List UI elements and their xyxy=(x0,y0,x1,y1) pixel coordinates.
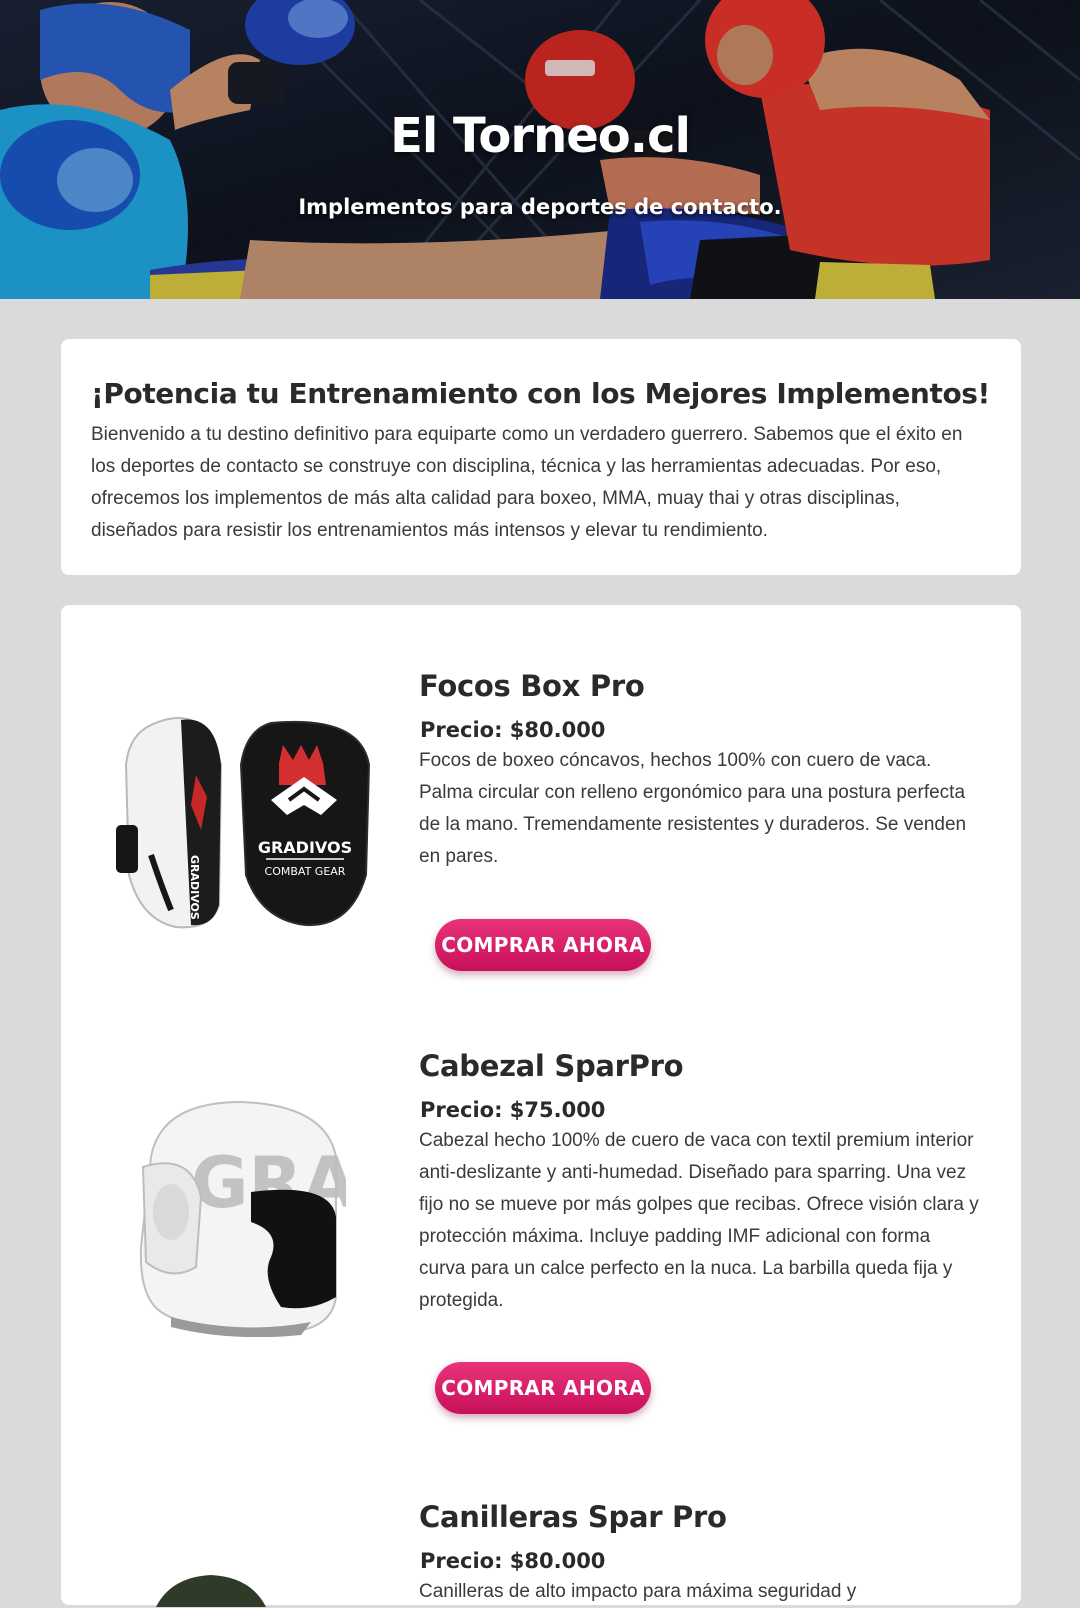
hero-banner: El Torneo.cl Implementos para deportes d… xyxy=(0,0,1080,299)
headgear-image: GRADI xyxy=(139,1100,346,1337)
product-price: Precio: $80.000 xyxy=(420,1549,606,1573)
focus-mitts-image: GRADIVOS GRADIVOS COMBAT GEAR xyxy=(116,717,371,929)
product-description: Cabezal hecho 100% de cuero de vaca con … xyxy=(419,1130,979,1311)
product-name: Cabezal SparPro xyxy=(419,1049,684,1083)
product-price: Precio: $75.000 xyxy=(420,1098,606,1122)
mitt-brand-sub: COMBAT GEAR xyxy=(265,865,346,878)
shin-guard-image xyxy=(156,1575,266,1607)
product-name: Focos Box Pro xyxy=(419,669,645,703)
site-title: El Torneo.cl xyxy=(390,108,691,164)
products-card: GRADIVOS GRADIVOS COMBAT GEAR Focos Box … xyxy=(61,605,1021,1607)
intro-heading: ¡Potencia tu Entrenamiento con los Mejor… xyxy=(91,377,990,410)
product-price: Precio: $80.000 xyxy=(420,718,606,742)
product-description: Canilleras de alto impacto para máxima s… xyxy=(419,1581,857,1602)
buy-now-button[interactable]: COMPRAR AHORA xyxy=(435,919,651,971)
buy-now-button[interactable]: COMPRAR AHORA xyxy=(435,1362,651,1414)
mitt-side-brand: GRADIVOS xyxy=(188,855,201,920)
intro-card: ¡Potencia tu Entrenamiento con los Mejor… xyxy=(61,339,1021,575)
intro-text: Bienvenido a tu destino definitivo para … xyxy=(91,424,963,541)
site-tagline: Implementos para deportes de contacto. xyxy=(298,195,782,219)
product-description: Focos de boxeo cóncavos, hechos 100% con… xyxy=(419,750,967,867)
product-name: Canilleras Spar Pro xyxy=(419,1500,727,1534)
mitt-brand-text: GRADIVOS xyxy=(258,838,352,857)
